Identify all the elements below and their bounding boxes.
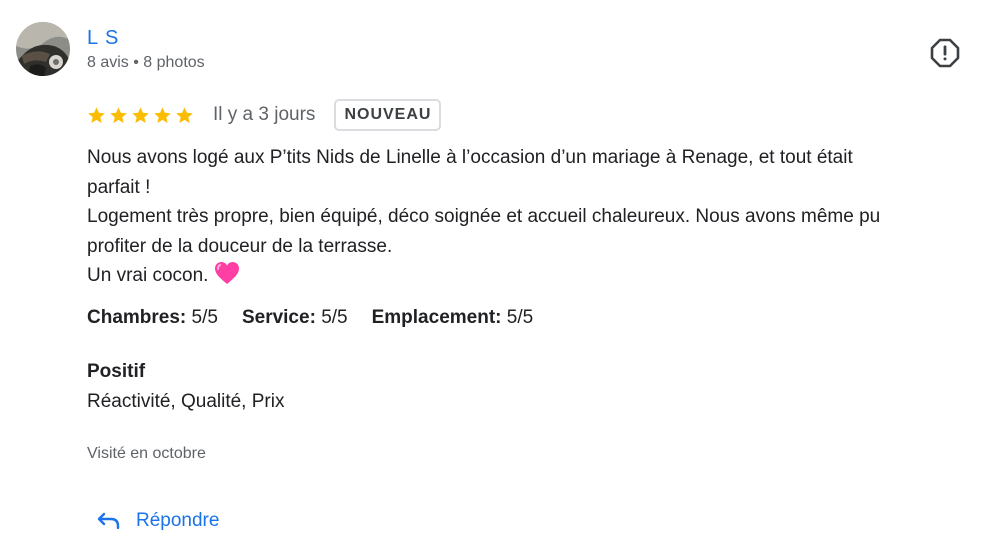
rating-label: Chambres: — [87, 307, 187, 328]
star-icon — [87, 106, 106, 125]
review-line: Logement très propre, bien équipé, déco … — [87, 206, 881, 227]
reply-arrow-icon — [97, 512, 120, 530]
rating-row: Il y a 3 jours NOUVEAU — [87, 97, 442, 133]
review-line: Nous avons logé aux P’tits Nids de Linel… — [87, 147, 853, 168]
rating-location: Emplacement: 5/5 — [372, 307, 534, 329]
star-icon — [175, 106, 194, 125]
star-icon — [109, 106, 128, 125]
review-line: profiter de la douceur de la terrasse. — [87, 235, 393, 257]
rating-service: Service: 5/5 — [242, 307, 348, 329]
rating-value: 5/5 — [321, 307, 348, 328]
review-card: L S 8 avis • 8 photos Il y a 3 jours NOU… — [0, 0, 1000, 549]
rating-value: 5/5 — [191, 307, 218, 328]
avatar[interactable] — [16, 22, 70, 76]
reviewer-name[interactable]: L S — [87, 27, 119, 50]
report-icon — [930, 38, 960, 68]
review-line: Un vrai cocon. — [87, 265, 209, 286]
rating-label: Service: — [241, 307, 316, 328]
rating-rooms: Chambres: 5/5 — [87, 307, 218, 329]
reviewer-meta: 8 avis • 8 photos — [87, 54, 205, 71]
review-line: parfait ! — [87, 176, 151, 198]
star-icon — [131, 106, 150, 125]
pink-heart-icon — [214, 261, 240, 295]
review-text: Nous avons logé aux P’tits Nids de Linel… — [87, 143, 987, 295]
rating-value: 5/5 — [506, 307, 534, 328]
new-badge: NOUVEAU — [334, 99, 442, 131]
positive-title: Positif — [87, 361, 146, 382]
positive-values: Réactivité, Qualité, Prix — [87, 391, 285, 412]
review-time: Il y a 3 jours — [213, 104, 316, 125]
reply-label: Répondre — [136, 510, 220, 531]
rating-label: Emplacement: — [371, 307, 502, 328]
star-rating — [87, 106, 194, 125]
report-button[interactable] — [929, 37, 961, 69]
star-icon — [153, 106, 172, 125]
reply-button[interactable]: Répondre — [96, 503, 219, 539]
visited-date: Visité en octobre — [87, 445, 206, 462]
sub-ratings: Chambres: 5/5 Service: 5/5 Emplacement: … — [87, 307, 557, 329]
